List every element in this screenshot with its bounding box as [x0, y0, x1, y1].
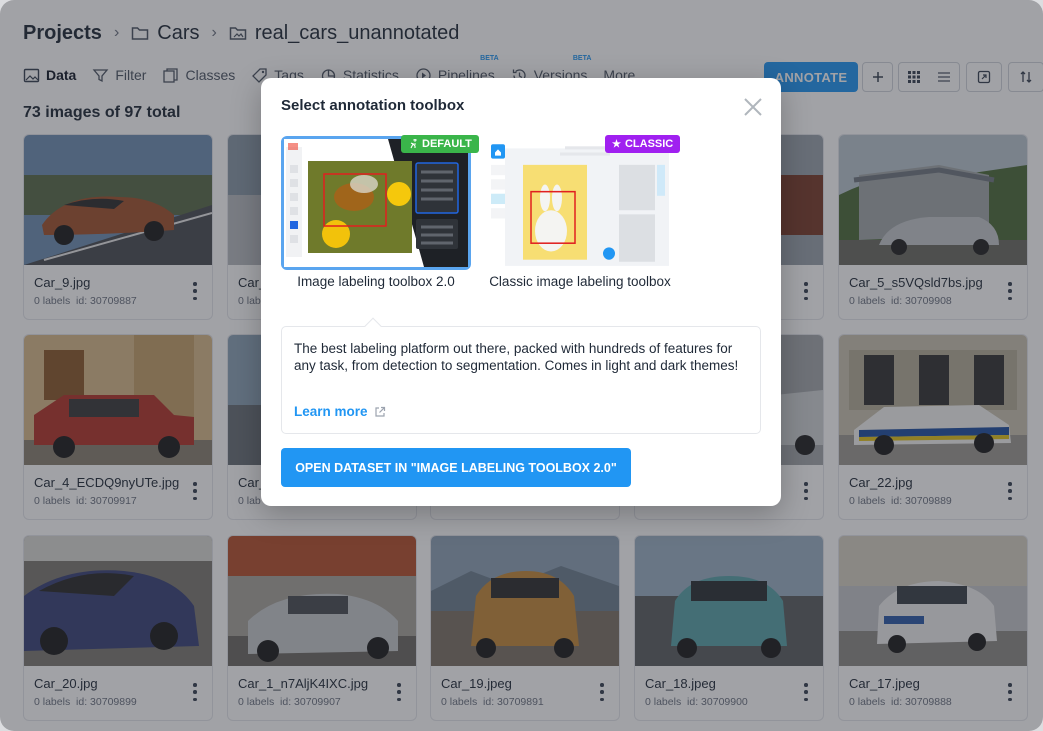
description-text: The best labeling platform out there, pa…	[294, 341, 739, 373]
open-dataset-button[interactable]: OPEN DATASET IN "IMAGE LABELING TOOLBOX …	[281, 448, 631, 487]
toolbox-preview	[485, 136, 675, 270]
toolbox-preview	[281, 136, 471, 270]
classic-badge: ★ CLASSIC	[605, 135, 681, 153]
app-window: Projects › Cars › real_cars_unannotated …	[0, 0, 1043, 731]
toolbox-option-label: Classic image labeling toolbox	[489, 274, 671, 289]
toolbox-description: The best labeling platform out there, pa…	[281, 326, 761, 434]
default-badge: DEFAULT	[401, 135, 479, 153]
learn-more-label: Learn more	[294, 404, 368, 419]
toolbox-option-label: Image labeling toolbox 2.0	[297, 274, 455, 289]
learn-more-link[interactable]: Learn more	[294, 404, 386, 419]
run-icon	[410, 139, 417, 149]
default-badge-label: DEFAULT	[422, 138, 472, 150]
toolbox-option-2-0[interactable]: DEFAULT	[281, 135, 479, 270]
external-link-icon	[374, 406, 385, 417]
classic-badge-label: CLASSIC	[624, 138, 674, 150]
dialog-title: Select annotation toolbox	[281, 97, 465, 114]
close-icon[interactable]	[742, 96, 764, 118]
toolbox-option-classic[interactable]: ★ CLASSIC	[485, 135, 681, 270]
star-icon: ★	[612, 138, 621, 150]
select-toolbox-dialog: Select annotation toolbox DEFAULT Image …	[261, 78, 781, 506]
